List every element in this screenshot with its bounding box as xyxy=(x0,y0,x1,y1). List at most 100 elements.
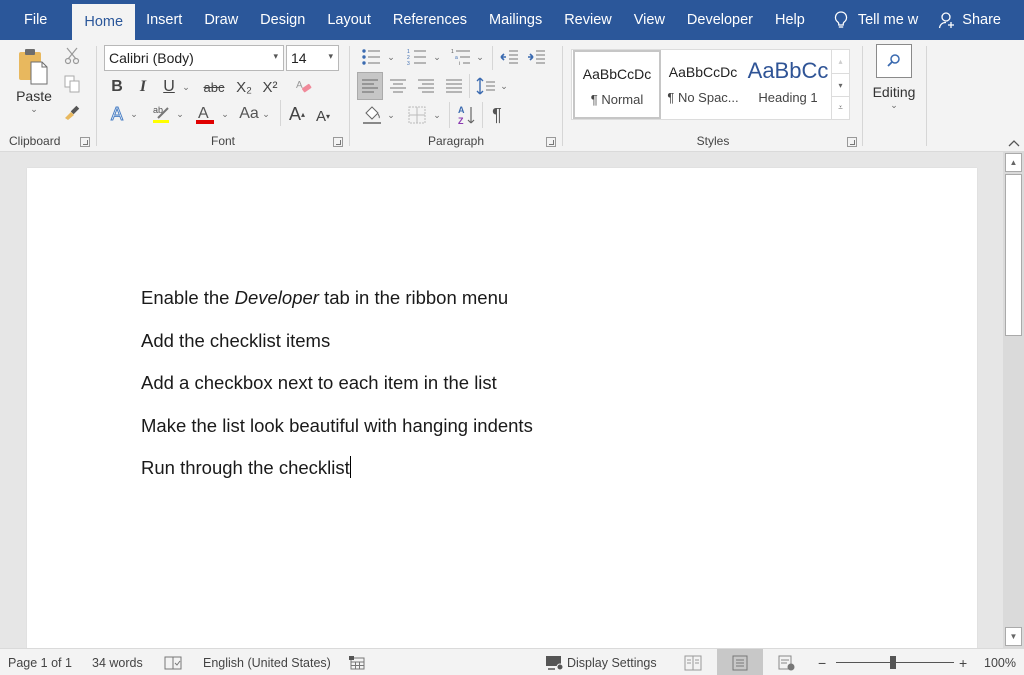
decrease-indent-button[interactable] xyxy=(497,46,521,68)
text-effects-dropdown[interactable]: ⌄ xyxy=(128,102,140,126)
underline-button[interactable]: U xyxy=(158,76,180,98)
text-effects-button[interactable]: A xyxy=(106,102,128,126)
style-normal[interactable]: AaBbCcDc ¶ Normal xyxy=(573,50,661,119)
tab-file[interactable]: File xyxy=(0,0,72,40)
multilevel-list-dropdown[interactable]: ⌄ xyxy=(474,46,486,68)
style-preview: AaBbCcDc xyxy=(582,66,652,82)
subscript-button[interactable]: X₂ xyxy=(232,76,256,98)
tab-references[interactable]: References xyxy=(382,0,478,40)
proofing-button[interactable] xyxy=(164,649,182,675)
zoom-slider-thumb[interactable] xyxy=(890,656,896,669)
tab-draw[interactable]: Draw xyxy=(193,0,249,40)
tab-layout[interactable]: Layout xyxy=(316,0,382,40)
accessibility-button[interactable] xyxy=(348,649,366,675)
read-mode-button[interactable] xyxy=(670,649,716,675)
align-center-icon xyxy=(390,79,406,93)
shrink-font-button[interactable]: A ▾ xyxy=(312,104,334,128)
svg-text:i: i xyxy=(459,61,460,66)
line-spacing-dropdown[interactable]: ⌄ xyxy=(499,72,509,100)
tab-insert[interactable]: Insert xyxy=(135,0,193,40)
tab-developer[interactable]: Developer xyxy=(676,0,764,40)
bullets-button[interactable] xyxy=(358,46,384,68)
styles-scroll-up[interactable]: ▴ xyxy=(831,50,849,73)
tab-view[interactable]: View xyxy=(623,0,676,40)
document-page[interactable]: Enable the Developer tab in the ribbon m… xyxy=(27,168,977,648)
paragraph: Make the list look beautiful with hangin… xyxy=(141,414,533,457)
tab-home[interactable]: Home xyxy=(72,4,136,40)
collapse-ribbon-button[interactable] xyxy=(1003,134,1024,152)
change-case-dropdown[interactable]: ⌄ xyxy=(261,102,271,126)
print-layout-button[interactable] xyxy=(717,649,763,675)
styles-more-button[interactable]: ⩡ xyxy=(831,96,849,119)
borders-button[interactable] xyxy=(404,102,430,128)
zoom-out-button[interactable]: − xyxy=(818,649,826,675)
editing-button[interactable]: Editing ⌄ xyxy=(867,44,921,124)
book-icon xyxy=(684,655,702,670)
borders-dropdown[interactable]: ⌄ xyxy=(431,102,443,128)
align-left-button[interactable] xyxy=(357,72,383,100)
bullets-dropdown[interactable]: ⌄ xyxy=(385,46,397,68)
highlight-button[interactable]: ab xyxy=(148,102,174,126)
numbering-button[interactable]: 123 xyxy=(404,46,430,68)
numbering-dropdown[interactable]: ⌄ xyxy=(431,46,443,68)
sort-button[interactable]: AZ xyxy=(453,102,479,128)
sort-az-icon: AZ xyxy=(458,105,475,126)
tab-mailings[interactable]: Mailings xyxy=(478,0,553,40)
align-right-button[interactable] xyxy=(413,72,439,100)
scroll-up-button[interactable]: ▲ xyxy=(1005,153,1022,172)
shading-button[interactable] xyxy=(359,102,385,128)
style-no-spacing[interactable]: AaBbCcDc ¶ No Spac... xyxy=(659,50,747,119)
paste-icon xyxy=(19,49,48,85)
italic-button[interactable]: I xyxy=(132,76,154,98)
multilevel-list-button[interactable]: 1ai xyxy=(448,46,474,68)
cut-button[interactable] xyxy=(62,46,82,66)
language-indicator[interactable]: English (United States) xyxy=(203,649,331,675)
display-settings-button[interactable]: Display Settings xyxy=(545,649,657,675)
clear-formatting-button[interactable]: A xyxy=(292,76,316,98)
change-case-button[interactable]: Aa xyxy=(236,102,262,126)
scroll-thumb[interactable] xyxy=(1005,174,1022,336)
font-name-value: Calibri (Body) xyxy=(109,50,194,66)
display-settings-label: Display Settings xyxy=(567,655,657,670)
styles-scroll-down[interactable]: ▾ xyxy=(831,73,849,96)
style-heading-1[interactable]: AaBbCc Heading 1 xyxy=(746,50,830,119)
tab-design[interactable]: Design xyxy=(249,0,316,40)
zoom-in-button[interactable]: + xyxy=(959,649,967,675)
paste-button[interactable]: Paste ⌄ xyxy=(10,46,58,124)
font-size-combobox[interactable]: 14 ▾ xyxy=(286,45,339,71)
copy-button[interactable] xyxy=(62,74,82,94)
shading-dropdown[interactable]: ⌄ xyxy=(385,102,397,128)
underline-dropdown[interactable]: ⌄ xyxy=(180,76,192,98)
justify-button[interactable] xyxy=(441,72,467,100)
show-formatting-marks-button[interactable]: ¶ xyxy=(486,102,508,128)
font-name-combobox[interactable]: Calibri (Body) ▾ xyxy=(104,45,284,71)
clipboard-dialog-launcher[interactable] xyxy=(80,137,90,147)
editing-label: Editing xyxy=(872,84,916,100)
bold-button[interactable]: B xyxy=(106,76,128,98)
document-body[interactable]: Enable the Developer tab in the ribbon m… xyxy=(141,286,533,499)
grow-font-button[interactable]: A ▴ xyxy=(286,102,308,126)
font-dialog-launcher[interactable] xyxy=(333,137,343,147)
vertical-scrollbar[interactable]: ▲ ▼ xyxy=(1003,152,1024,648)
paragraph-group-label: Paragraph xyxy=(427,134,485,148)
scroll-down-button[interactable]: ▼ xyxy=(1005,627,1022,646)
tell-me-search[interactable]: Tell me w xyxy=(824,11,928,29)
tab-review[interactable]: Review xyxy=(553,0,623,40)
styles-dialog-launcher[interactable] xyxy=(847,137,857,147)
align-center-button[interactable] xyxy=(385,72,411,100)
word-count[interactable]: 34 words xyxy=(92,649,143,675)
share-button[interactable]: Share xyxy=(928,11,1011,29)
tab-help[interactable]: Help xyxy=(764,0,816,40)
line-spacing-button[interactable] xyxy=(473,72,499,100)
font-color-button[interactable]: A xyxy=(193,102,217,126)
web-layout-button[interactable] xyxy=(764,649,810,675)
highlight-dropdown[interactable]: ⌄ xyxy=(174,102,186,126)
font-color-dropdown[interactable]: ⌄ xyxy=(219,102,231,126)
page-count[interactable]: Page 1 of 1 xyxy=(8,649,72,675)
zoom-level[interactable]: 100% xyxy=(984,649,1016,675)
paragraph-dialog-launcher[interactable] xyxy=(546,137,556,147)
superscript-button[interactable]: X² xyxy=(258,76,282,98)
format-painter-button[interactable] xyxy=(62,102,82,122)
increase-indent-button[interactable] xyxy=(524,46,548,68)
strikethrough-button[interactable]: abc xyxy=(200,76,228,98)
